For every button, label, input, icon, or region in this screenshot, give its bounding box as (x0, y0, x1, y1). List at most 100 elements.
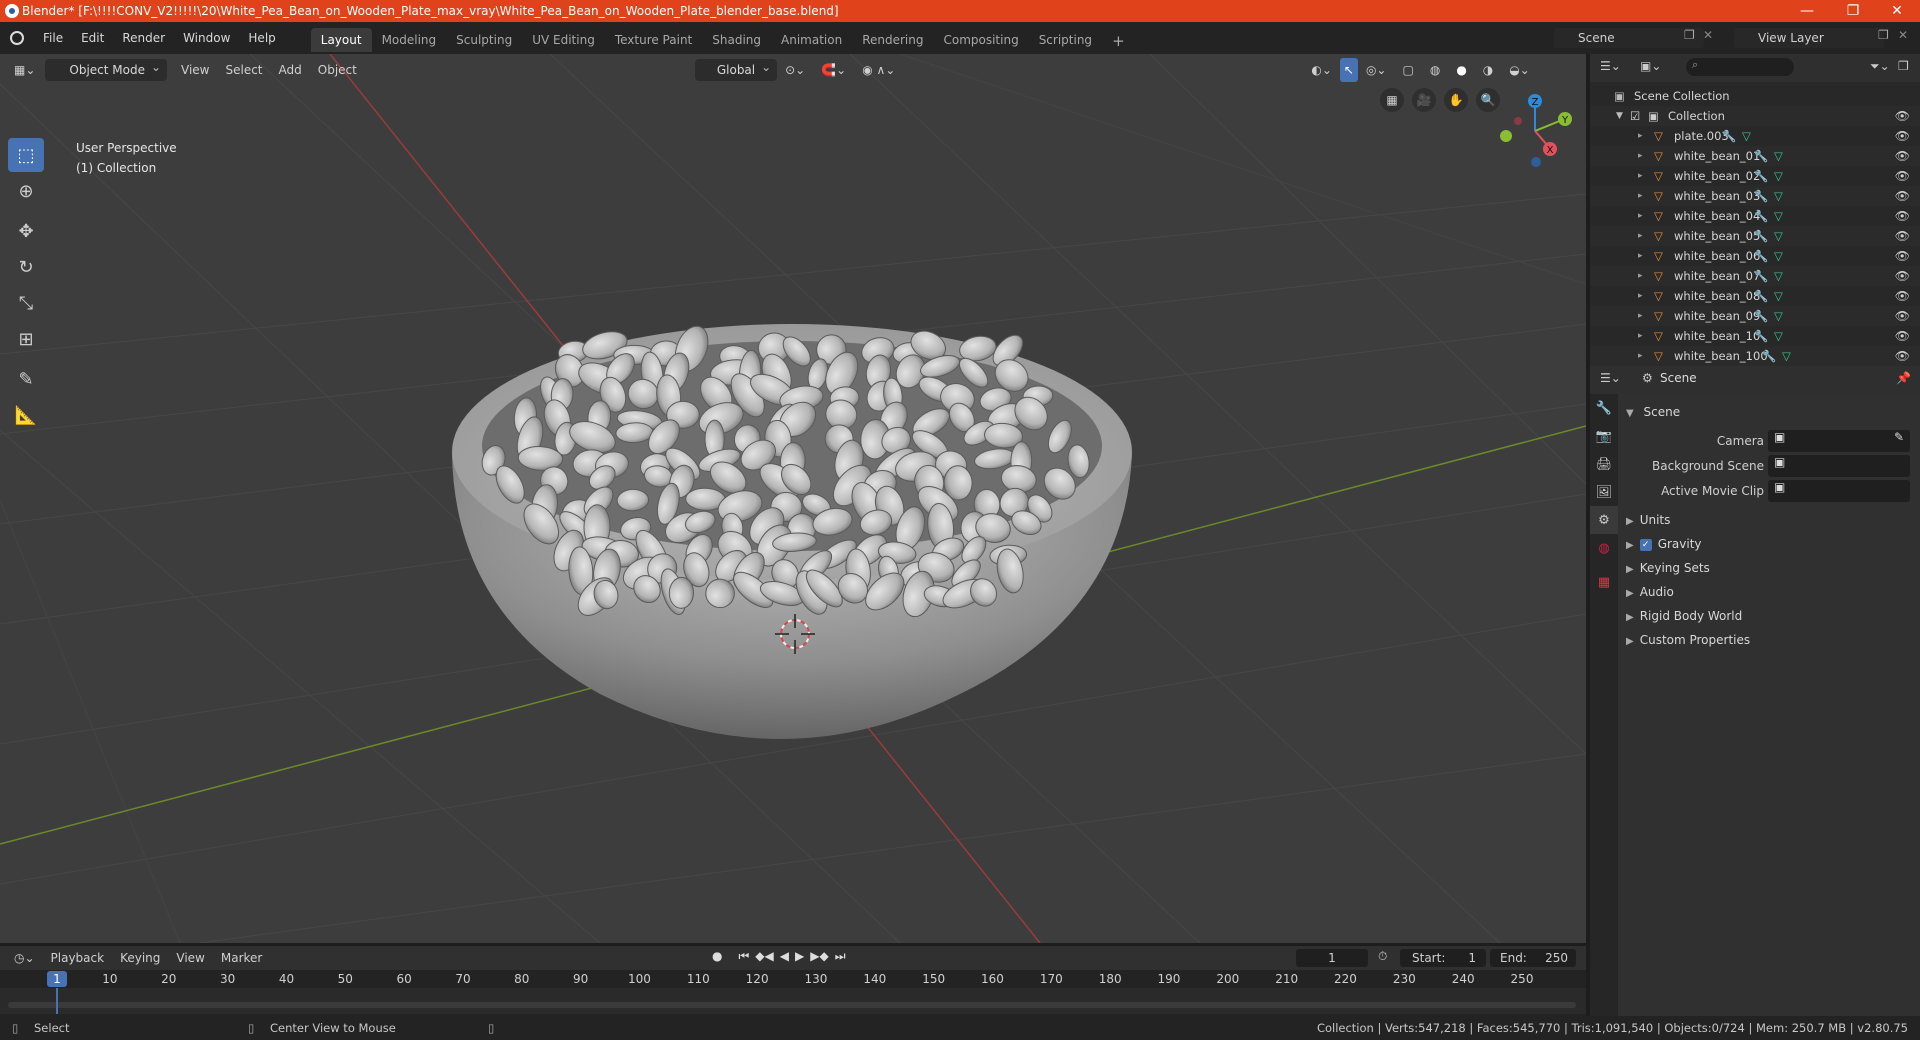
texture-tab-icon[interactable]: ▦ (1590, 568, 1618, 596)
expand-arrow-icon[interactable]: ▸ (1638, 246, 1643, 266)
expand-arrow-icon[interactable]: ▸ (1638, 166, 1643, 186)
mesh-data-icon[interactable]: ▽ (1774, 246, 1783, 266)
rotate-tool-icon[interactable]: ↻ (8, 250, 44, 284)
workspace-tab-sculpting[interactable]: Sculpting (446, 28, 522, 52)
shading-solid-icon[interactable]: ● (1448, 58, 1474, 82)
modifier-icon[interactable]: 🔧 (1762, 346, 1776, 366)
eyedropper-icon[interactable]: ✎ (1894, 430, 1904, 444)
workspace-tab-shading[interactable]: Shading (702, 28, 771, 52)
navigation-gizmo[interactable]: Z Y X (1490, 84, 1580, 174)
outliner-search-input[interactable]: ⌕ (1686, 58, 1794, 76)
visibility-eye-icon[interactable]: 👁 (1895, 286, 1910, 306)
outliner-object-white_bean_07[interactable]: ▸ ▽ 👁 white_bean_07 🔧 ▽ (1590, 266, 1920, 286)
workspace-tab-rendering[interactable]: Rendering (852, 28, 933, 52)
new-collection-icon[interactable]: ❐ (1898, 59, 1909, 73)
render-tab-icon[interactable]: 📷 (1590, 422, 1618, 450)
measure-tool-icon[interactable]: 📐 (8, 398, 44, 432)
viewport-menu-select[interactable]: Select (217, 58, 270, 82)
pin-icon[interactable]: 📌 (1896, 371, 1911, 385)
select-box-tool-icon[interactable]: ⬚ (8, 138, 44, 172)
timeline-menu-playback[interactable]: Playback (43, 946, 113, 970)
delete-scene-icon[interactable]: ✕ (1703, 28, 1713, 42)
workspace-tab-layout[interactable]: Layout (310, 28, 372, 52)
world-tab-icon[interactable]: ◍ (1590, 534, 1618, 562)
collapse-arrow-icon[interactable]: ▼ (1616, 106, 1623, 126)
menu-help[interactable]: Help (239, 22, 284, 54)
visibility-eye-icon[interactable]: 👁 (1895, 226, 1910, 246)
mesh-data-icon[interactable]: ▽ (1774, 146, 1783, 166)
expand-arrow-icon[interactable]: ▸ (1638, 206, 1643, 226)
jump-start-icon[interactable]: ⏮ (738, 949, 749, 964)
prop-field-background-scene[interactable]: ▣ (1768, 455, 1910, 477)
visibility-eye-icon[interactable]: 👁 (1895, 186, 1910, 206)
modifier-icon[interactable]: 🔧 (1754, 206, 1768, 226)
expand-arrow-icon[interactable]: ▸ (1638, 266, 1643, 286)
mesh-data-icon[interactable]: ▽ (1774, 306, 1783, 326)
outliner-object-white_bean_03[interactable]: ▸ ▽ 👁 white_bean_03 🔧 ▽ (1590, 186, 1920, 206)
expand-arrow-icon[interactable]: ▸ (1638, 326, 1643, 346)
shading-wireframe-icon[interactable]: ◍ (1422, 58, 1448, 82)
object-mode-dropdown[interactable]: Object Mode (45, 56, 167, 81)
outliner-object-white_bean_10[interactable]: ▸ ▽ 👁 white_bean_10 🔧 ▽ (1590, 326, 1920, 346)
mesh-data-icon[interactable]: ▽ (1774, 226, 1783, 246)
shading-material-icon[interactable]: ◑ (1475, 58, 1501, 82)
modifier-icon[interactable]: 🔧 (1754, 246, 1768, 266)
playhead-line[interactable] (56, 988, 58, 1014)
outliner-editor-type-icon[interactable]: ☰⌄ (1600, 59, 1621, 73)
menu-window[interactable]: Window (174, 22, 239, 54)
selectability-icon[interactable]: ◐⌄ (1303, 58, 1340, 82)
shading-rendered-icon[interactable]: ◒⌄ (1501, 58, 1538, 82)
mesh-data-icon[interactable]: ▽ (1774, 206, 1783, 226)
menu-file[interactable]: File (34, 22, 72, 54)
3d-viewport[interactable]: ▦⌄ Object Mode ViewSelectAddObject Globa… (0, 54, 1586, 943)
transform-orientation-dropdown[interactable]: Global (694, 56, 778, 81)
modifier-icon[interactable]: 🔧 (1754, 306, 1768, 326)
workspace-tab-modeling[interactable]: Modeling (372, 28, 447, 52)
filter-icon[interactable]: ⏷⌄ (1870, 59, 1890, 74)
menu-render[interactable]: Render (113, 22, 174, 54)
subpanel-audio[interactable]: ▶ Audio (1626, 580, 1674, 604)
modifier-icon[interactable]: 🔧 (1754, 166, 1768, 186)
subpanel-custom-properties[interactable]: ▶ Custom Properties (1626, 628, 1750, 652)
scene-tab-icon[interactable]: ⚙ (1590, 506, 1618, 534)
new-scene-icon[interactable]: ❐ (1684, 28, 1695, 42)
expand-arrow-icon[interactable]: ▸ (1638, 346, 1643, 366)
minimize-button[interactable]: — (1784, 0, 1830, 22)
timeline-menu-keying[interactable]: Keying (112, 946, 168, 970)
visibility-eye-icon[interactable]: 👁 (1895, 346, 1910, 366)
timeline-menu-marker[interactable]: Marker (213, 946, 270, 970)
workspace-tab-compositing[interactable]: Compositing (933, 28, 1028, 52)
outliner-object-white_bean_05[interactable]: ▸ ▽ 👁 white_bean_05 🔧 ▽ (1590, 226, 1920, 246)
workspace-tab-animation[interactable]: Animation (771, 28, 852, 52)
mesh-data-icon[interactable]: ▽ (1774, 266, 1783, 286)
mesh-data-icon[interactable]: ▽ (1742, 126, 1751, 146)
playhead-frame-indicator[interactable]: 1 (47, 971, 67, 987)
modifier-icon[interactable]: 🔧 (1754, 286, 1768, 306)
prop-field-camera[interactable]: ▣ ✎ (1768, 430, 1910, 452)
tool-tab-icon[interactable]: 🔧 (1590, 394, 1618, 422)
modifier-icon[interactable]: 🔧 (1754, 226, 1768, 246)
ortho-toggle-icon[interactable]: ▦ (1380, 88, 1404, 112)
close-window-button[interactable]: ✕ (1874, 0, 1920, 22)
visibility-eye-icon[interactable]: 👁 (1895, 206, 1910, 226)
overlay-toggle-icon[interactable]: ◎⌄ (1358, 58, 1395, 82)
outliner-collection[interactable]: ▼ ☑ ▣ 👁 Collection (1590, 106, 1920, 126)
outliner-object-white_bean_02[interactable]: ▸ ▽ 👁 white_bean_02 🔧 ▽ (1590, 166, 1920, 186)
prop-field-active-movie-clip[interactable]: ▣ (1768, 480, 1910, 502)
mesh-data-icon[interactable]: ▽ (1774, 186, 1783, 206)
cursor-tool-icon[interactable]: ⊕ (8, 174, 44, 208)
view-layer-tab-icon[interactable]: 🖼 (1590, 478, 1618, 506)
visibility-eye-icon[interactable]: 👁 (1895, 126, 1910, 146)
modifier-icon[interactable]: 🔧 (1754, 146, 1768, 166)
scale-tool-icon[interactable]: ⤡ (8, 286, 44, 320)
add-workspace-button[interactable]: + (1102, 29, 1135, 53)
workspace-tab-scripting[interactable]: Scripting (1029, 28, 1102, 52)
record-icon[interactable]: ● (712, 949, 722, 964)
outliner-object-white_bean_01[interactable]: ▸ ▽ 👁 white_bean_01 🔧 ▽ (1590, 146, 1920, 166)
visibility-eye-icon[interactable]: 👁 (1895, 266, 1910, 286)
properties-editor-type-icon[interactable]: ☰⌄ (1600, 371, 1621, 385)
timeline-scrollbar[interactable] (8, 1002, 1576, 1008)
modifier-icon[interactable]: 🔧 (1754, 326, 1768, 346)
expand-arrow-icon[interactable]: ▸ (1638, 226, 1643, 246)
timeline-menu-view[interactable]: View (168, 946, 212, 970)
